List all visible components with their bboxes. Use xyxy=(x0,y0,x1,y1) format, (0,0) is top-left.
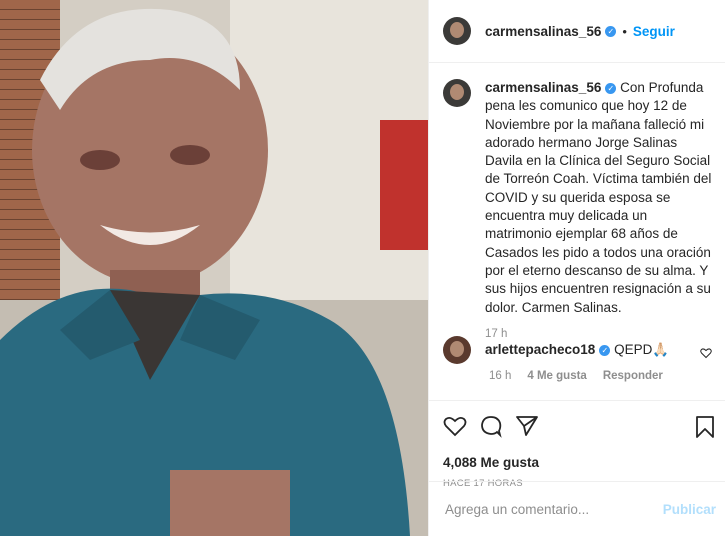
like-heart-icon[interactable] xyxy=(443,414,467,443)
instagram-post: carmensalinas_56 ✓ • Seguir carmensalina… xyxy=(0,0,725,536)
commenter-avatar[interactable] xyxy=(443,336,471,364)
author-username[interactable]: carmensalinas_56 xyxy=(485,24,601,39)
comment-input[interactable] xyxy=(443,500,647,518)
post-panel: carmensalinas_56 ✓ • Seguir carmensalina… xyxy=(428,0,725,536)
comment-row: arlettepacheco18 ✓ QEPD🙏🏻 xyxy=(443,336,718,364)
caption-body: carmensalinas_56 ✓ Con Profunda pena les … xyxy=(485,79,717,343)
verified-icon: ✓ xyxy=(605,83,617,94)
post-photo-illustration xyxy=(0,0,428,536)
action-bar xyxy=(429,401,725,441)
comment-item: arlettepacheco18 ✓ QEPD🙏🏻 16 h 4 Me gusta… xyxy=(443,336,718,382)
post-header: carmensalinas_56 ✓ • Seguir xyxy=(429,0,725,63)
comment-bubble-icon[interactable] xyxy=(479,414,503,443)
comment-time[interactable]: 16 h xyxy=(489,370,511,382)
comment-like-heart-icon[interactable] xyxy=(700,346,712,364)
verified-icon: ✓ xyxy=(599,345,611,356)
caption-text: Con Profunda pena les comunico que hoy 1… xyxy=(485,80,712,315)
author-avatar[interactable] xyxy=(443,17,471,45)
save-bookmark-icon[interactable] xyxy=(694,415,716,444)
add-comment-bar: Publicar xyxy=(429,481,725,536)
comment-body: arlettepacheco18 ✓ QEPD🙏🏻 xyxy=(485,342,669,358)
caption-avatar[interactable] xyxy=(443,79,471,107)
comment-text: QEPD🙏🏻 xyxy=(614,342,670,357)
follow-button[interactable]: Seguir xyxy=(633,24,675,39)
publish-button[interactable]: Publicar xyxy=(663,502,716,517)
comment-reply-button[interactable]: Responder xyxy=(603,370,663,382)
share-send-icon[interactable] xyxy=(515,414,539,443)
comment-meta: 16 h 4 Me gusta Responder xyxy=(489,370,718,382)
caption: carmensalinas_56 ✓ Con Profunda pena les … xyxy=(443,79,718,343)
verified-icon: ✓ xyxy=(605,25,617,37)
caption-username[interactable]: carmensalinas_56 xyxy=(485,80,601,95)
caption-section: carmensalinas_56 ✓ Con Profunda pena les … xyxy=(443,79,718,343)
comment-likes[interactable]: 4 Me gusta xyxy=(527,370,586,382)
post-photo[interactable] xyxy=(0,0,428,536)
likes-count[interactable]: 4,088 Me gusta xyxy=(443,455,725,470)
post-actions-area: 4,088 Me gusta HACE 17 HORAS xyxy=(429,400,725,489)
separator-dot: • xyxy=(622,23,627,39)
commenter-username[interactable]: arlettepacheco18 xyxy=(485,342,595,357)
